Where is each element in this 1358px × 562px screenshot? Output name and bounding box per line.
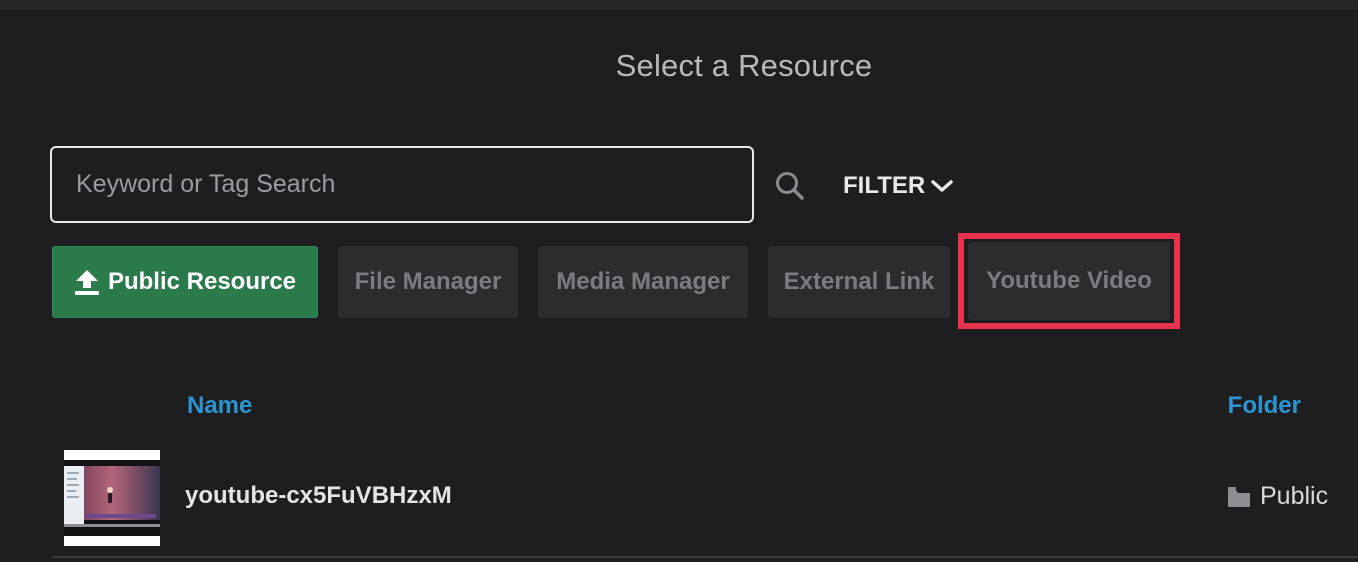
page-title: Select a Resource (615, 48, 873, 83)
video-thumbnail (64, 450, 160, 546)
media-manager-button[interactable]: Media Manager (538, 246, 748, 318)
resource-folder: Public (1226, 482, 1328, 511)
column-header-folder[interactable]: Folder (1228, 392, 1301, 420)
media-manager-label: Media Manager (556, 268, 730, 295)
public-resource-button[interactable]: Public Resource (52, 246, 318, 318)
filter-toggle[interactable]: FILTER (843, 168, 953, 204)
chevron-down-icon (931, 180, 953, 192)
search-box[interactable] (50, 146, 754, 223)
upload-icon (74, 270, 99, 295)
search-input[interactable] (76, 148, 716, 221)
search-icon[interactable] (774, 170, 806, 202)
youtube-video-button[interactable]: Youtube Video (968, 242, 1170, 320)
top-border-strip (0, 0, 1358, 9)
resource-folder-label: Public (1260, 482, 1329, 510)
resource-name: youtube-cx5FuVBHzxM (185, 482, 452, 509)
youtube-video-label: Youtube Video (986, 267, 1152, 294)
filter-label: FILTER (843, 172, 926, 199)
external-link-label: External Link (783, 268, 935, 295)
public-resource-label: Public Resource (107, 268, 297, 295)
file-manager-button[interactable]: File Manager (338, 246, 518, 318)
external-link-button[interactable]: External Link (768, 246, 950, 318)
column-header-name[interactable]: Name (187, 392, 252, 420)
file-manager-label: File Manager (354, 268, 502, 295)
table-row[interactable]: youtube-cx5FuVBHzxM Public (52, 442, 1358, 558)
folder-icon (1228, 486, 1250, 507)
